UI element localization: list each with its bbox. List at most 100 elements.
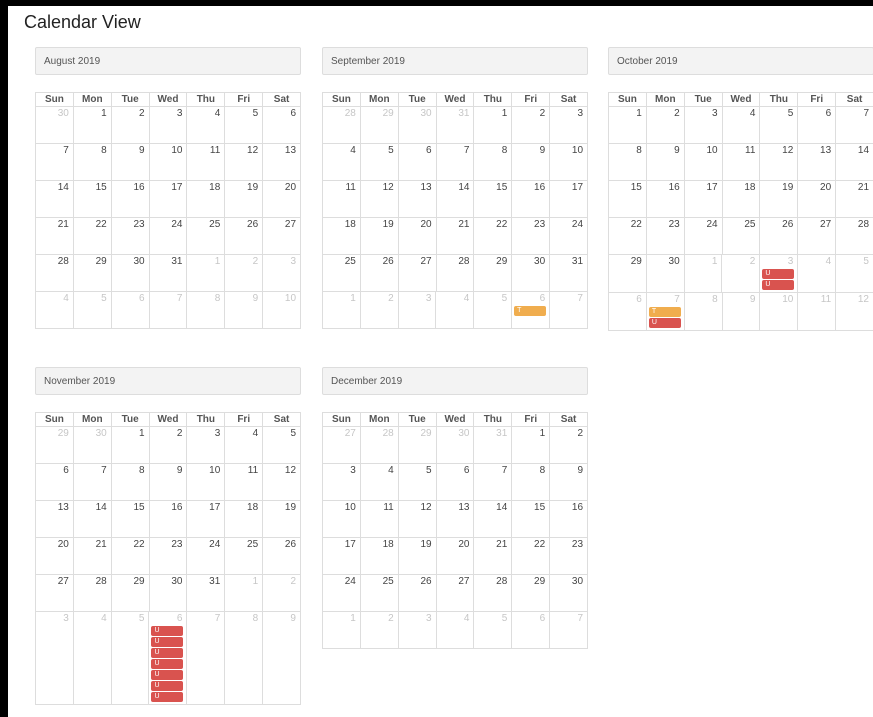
day-cell[interactable]: 18 [359, 537, 398, 574]
day-cell-other-month[interactable]: 7 [186, 611, 225, 704]
event-badge-u[interactable]: U [151, 681, 184, 691]
day-cell[interactable]: 5 [359, 143, 398, 180]
day-cell[interactable]: 25 [186, 217, 225, 254]
day-cell[interactable]: 28 [435, 254, 474, 291]
day-cell-other-month[interactable]: 3 [262, 254, 301, 291]
day-cell[interactable]: 11 [322, 180, 360, 217]
day-cell[interactable]: 26 [262, 537, 301, 574]
day-cell[interactable]: 13 [435, 500, 474, 537]
day-cell-other-month[interactable]: 6 [511, 611, 550, 648]
day-cell[interactable]: 31 [186, 574, 225, 611]
day-cell[interactable]: 29 [72, 254, 111, 291]
day-cell[interactable]: 15 [72, 180, 111, 217]
day-cell[interactable]: 21 [435, 217, 474, 254]
day-cell[interactable]: 4 [359, 463, 398, 500]
day-cell[interactable]: 10 [148, 143, 187, 180]
day-cell[interactable]: 8 [110, 463, 149, 500]
day-cell[interactable]: 8 [511, 463, 550, 500]
day-cell[interactable]: 12 [224, 143, 263, 180]
day-cell-other-month[interactable]: 5 [72, 291, 111, 328]
day-cell[interactable]: 14 [835, 143, 873, 180]
day-cell[interactable]: 22 [511, 537, 550, 574]
day-cell[interactable]: 4 [186, 106, 225, 143]
day-cell-other-month[interactable]: 4 [435, 611, 474, 648]
day-cell[interactable]: 28 [72, 574, 111, 611]
day-cell[interactable]: 9 [110, 143, 149, 180]
day-cell[interactable]: 8 [72, 143, 111, 180]
day-cell[interactable]: 18 [721, 180, 760, 217]
day-cell[interactable]: 17 [186, 500, 225, 537]
day-cell-other-month[interactable]: 10 [262, 291, 301, 328]
day-cell-other-month[interactable]: 30 [72, 426, 111, 463]
day-cell-other-month[interactable]: 29 [35, 426, 73, 463]
day-cell[interactable]: 27 [262, 217, 301, 254]
day-cell[interactable]: 20 [35, 537, 73, 574]
day-cell[interactable]: 13 [35, 500, 73, 537]
day-cell[interactable]: 10 [322, 500, 360, 537]
day-cell-other-month[interactable]: 10 [759, 292, 798, 330]
day-cell-other-month[interactable]: 2 [359, 291, 398, 328]
day-cell[interactable]: 13 [397, 180, 436, 217]
day-cell-other-month[interactable]: 2 [359, 611, 398, 648]
day-cell[interactable]: 24 [683, 217, 722, 254]
day-cell[interactable]: 1 [72, 106, 111, 143]
day-cell[interactable]: 7 [72, 463, 111, 500]
day-cell[interactable]: 9 [645, 143, 684, 180]
day-cell-other-month[interactable]: 7 [148, 291, 187, 328]
day-cell[interactable]: 16 [645, 180, 684, 217]
day-cell-other-month[interactable]: 6 [110, 291, 149, 328]
day-cell-other-month[interactable]: 1 [683, 254, 722, 292]
day-cell[interactable]: 11 [224, 463, 263, 500]
day-cell[interactable]: 9 [511, 143, 550, 180]
day-cell-other-month[interactable]: 7 [549, 291, 587, 328]
day-cell-other-month[interactable]: 29 [359, 106, 398, 143]
day-cell[interactable]: 3 [148, 106, 187, 143]
day-cell[interactable]: 17 [148, 180, 187, 217]
day-cell[interactable]: 18 [186, 180, 225, 217]
day-cell[interactable]: 5 [397, 463, 436, 500]
day-cell[interactable]: 13 [797, 143, 836, 180]
day-cell[interactable]: 10 [549, 143, 588, 180]
day-cell[interactable]: 6 [35, 463, 73, 500]
day-cell[interactable]: 23 [148, 537, 187, 574]
day-cell[interactable]: 26 [397, 574, 436, 611]
day-cell-other-month[interactable]: 4 [72, 611, 111, 704]
day-cell-other-month[interactable]: 4 [35, 291, 73, 328]
day-cell[interactable]: 6 [262, 106, 301, 143]
event-badge-u[interactable]: U [151, 692, 184, 702]
day-cell-other-month[interactable]: 28 [322, 106, 360, 143]
day-cell[interactable]: 24 [322, 574, 360, 611]
day-cell[interactable]: 6 [397, 143, 436, 180]
day-cell[interactable]: 29 [511, 574, 550, 611]
day-cell[interactable]: 4 [721, 106, 760, 143]
day-cell[interactable]: 9 [148, 463, 187, 500]
day-cell[interactable]: 16 [110, 180, 149, 217]
day-cell[interactable]: 11 [186, 143, 225, 180]
day-cell-other-month[interactable]: 2 [721, 254, 760, 292]
day-cell-other-month[interactable]: 6UUUUUUU [148, 611, 187, 704]
day-cell-other-month[interactable]: 9 [721, 292, 760, 330]
day-cell-other-month[interactable]: 1 [224, 574, 263, 611]
event-badge-u[interactable]: U [151, 626, 184, 636]
day-cell[interactable]: 29 [110, 574, 149, 611]
day-cell[interactable]: 2 [549, 426, 588, 463]
day-cell[interactable]: 5 [759, 106, 798, 143]
day-cell[interactable]: 18 [322, 217, 360, 254]
day-cell[interactable]: 21 [835, 180, 873, 217]
day-cell[interactable]: 27 [797, 217, 836, 254]
day-cell[interactable]: 8 [473, 143, 512, 180]
day-cell[interactable]: 19 [359, 217, 398, 254]
day-cell[interactable]: 22 [72, 217, 111, 254]
day-cell-other-month[interactable]: 8 [683, 292, 722, 330]
day-cell[interactable]: 24 [186, 537, 225, 574]
day-cell[interactable]: 24 [549, 217, 588, 254]
day-cell[interactable]: 7 [835, 106, 873, 143]
day-cell[interactable]: 11 [721, 143, 760, 180]
day-cell[interactable]: 8 [608, 143, 646, 180]
day-cell[interactable]: 19 [759, 180, 798, 217]
day-cell[interactable]: 2 [148, 426, 187, 463]
day-cell[interactable]: 29 [608, 254, 646, 292]
day-cell-other-month[interactable]: 2 [262, 574, 301, 611]
day-cell-other-month[interactable]: 28 [359, 426, 398, 463]
day-cell[interactable]: 3 [549, 106, 588, 143]
